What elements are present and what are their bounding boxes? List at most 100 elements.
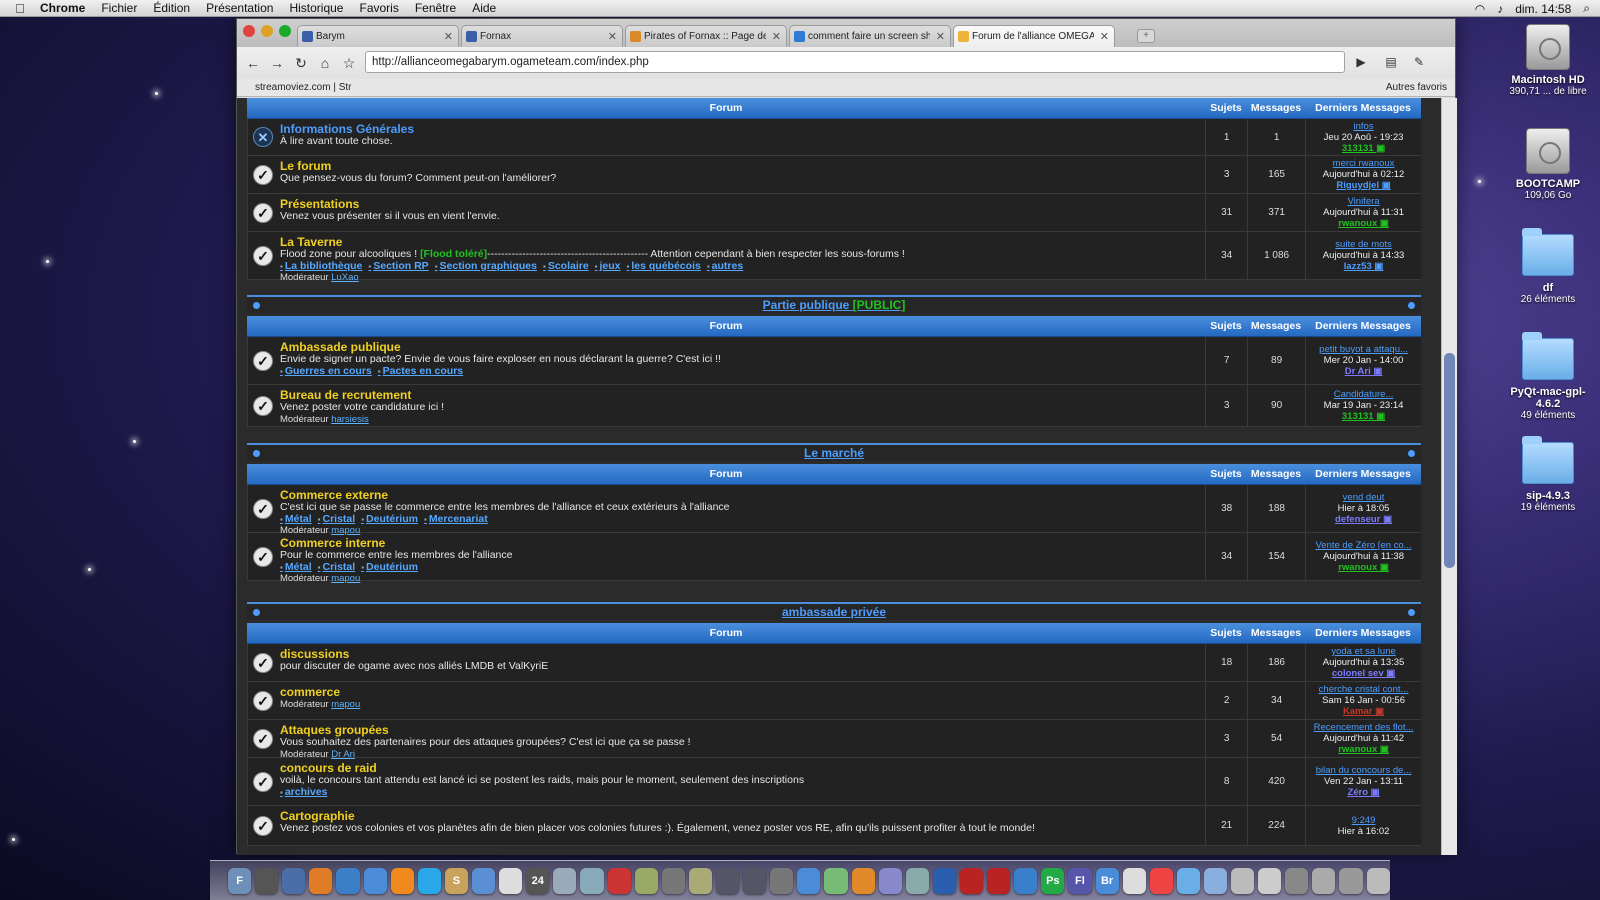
back-icon[interactable]: ←: [241, 52, 265, 74]
view-last-post-icon[interactable]: ▣: [1380, 562, 1389, 573]
dock-app-icon[interactable]: [390, 867, 414, 894]
bookmark-streamoviez[interactable]: streamoviez.com | Str: [255, 79, 352, 97]
menu-historique[interactable]: Historique: [289, 1, 343, 15]
dock-app-icon[interactable]: [471, 867, 496, 894]
dock-app-icon[interactable]: Ps: [1041, 867, 1065, 894]
last-post-title[interactable]: suite de mots: [1306, 239, 1421, 250]
subforum-link[interactable]: Deutérium: [361, 561, 418, 573]
dock-app-icon[interactable]: [607, 867, 631, 894]
desktop-icon-folder[interactable]: df 26 éléments: [1500, 228, 1596, 305]
menu-edition[interactable]: Édition: [153, 1, 190, 15]
dock-app-icon[interactable]: [987, 867, 1011, 894]
category-1[interactable]: Partie publique [PUBLIC]: [247, 295, 1421, 313]
desktop-icon-folder[interactable]: sip-4.9.3 19 éléments: [1500, 436, 1596, 513]
address-bar[interactable]: http://allianceomegabarym.ogameteam.com/…: [365, 51, 1345, 73]
dock-app-icon[interactable]: [797, 867, 821, 894]
reload-icon[interactable]: ↻: [289, 52, 313, 74]
last-post-author[interactable]: 313131 ▣: [1306, 411, 1421, 422]
dock-app-icon[interactable]: [824, 867, 848, 894]
last-post-author[interactable]: colonel sev ▣: [1306, 668, 1421, 679]
forum-row[interactable]: ✓ Bureau de recrutement Venez poster votre…: [247, 385, 1421, 427]
dock-app-icon[interactable]: [553, 867, 577, 894]
tab-pirates[interactable]: Pirates of Fornax :: Page de l ✕: [625, 25, 787, 47]
close-window-button[interactable]: [243, 25, 255, 37]
menu-favoris[interactable]: Favoris: [359, 1, 398, 15]
dock-app-icon[interactable]: [309, 867, 333, 894]
last-post-title[interactable]: Recencement des flot...: [1306, 722, 1421, 733]
forum-row[interactable]: ✓ Présentations Venez vous présenter si il…: [247, 194, 1421, 232]
last-post-title[interactable]: merci rwanoux: [1306, 158, 1421, 169]
new-tab-button[interactable]: +: [1137, 29, 1155, 43]
view-last-post-icon[interactable]: ▣: [1373, 366, 1382, 377]
view-last-post-icon[interactable]: ▣: [1374, 261, 1383, 272]
last-post-author[interactable]: rwanoux ▣: [1306, 562, 1421, 573]
category-title[interactable]: Partie publique: [763, 298, 850, 312]
close-tab-icon[interactable]: ✕: [936, 30, 945, 43]
last-post-title[interactable]: 9:249: [1306, 815, 1421, 826]
last-post-title[interactable]: vend deut: [1306, 492, 1421, 503]
subforum-link[interactable]: Scolaire: [543, 260, 589, 272]
last-post-author[interactable]: Riguydjel ▣: [1306, 180, 1421, 191]
close-tab-icon[interactable]: ✕: [444, 30, 453, 43]
subforum-link[interactable]: Section RP: [368, 260, 428, 272]
scrollbar-thumb[interactable]: [1444, 353, 1455, 568]
forward-icon[interactable]: →: [265, 52, 289, 74]
dock-app-icon[interactable]: [1231, 867, 1255, 894]
home-icon[interactable]: ⌂: [313, 52, 337, 74]
dock-app-icon[interactable]: [1258, 867, 1282, 894]
forum-title[interactable]: Informations Générales: [280, 123, 1205, 136]
dock-app-icon[interactable]: [255, 867, 279, 894]
category-title[interactable]: ambassade privée: [782, 605, 886, 619]
subforum-link[interactable]: Mercenariat: [424, 513, 488, 525]
subforum-link[interactable]: Cristal: [318, 513, 356, 525]
dock-app-icon[interactable]: S: [444, 867, 468, 894]
last-post-title[interactable]: cherche cristal cont...: [1306, 684, 1421, 695]
dock-app-icon[interactable]: [743, 867, 767, 894]
dock-app-icon[interactable]: [1122, 867, 1146, 894]
dock-app-icon[interactable]: [1366, 867, 1390, 894]
dock-app-icon[interactable]: [715, 867, 740, 894]
last-post-author[interactable]: Kamar ▣: [1306, 706, 1421, 717]
view-last-post-icon[interactable]: ▣: [1383, 514, 1392, 525]
other-bookmarks-folder[interactable]: Autres favoris: [1386, 79, 1447, 97]
forum-row[interactable]: ✓ discussions pour discuter de ogame avec …: [247, 644, 1421, 682]
menu-app-name[interactable]: Chrome: [40, 1, 85, 15]
last-post-title[interactable]: Vente de Zéro [en co...: [1306, 540, 1421, 551]
apple-icon[interactable]: : [0, 1, 40, 16]
view-last-post-icon[interactable]: ▣: [1380, 744, 1389, 755]
view-last-post-icon[interactable]: ▣: [1376, 143, 1385, 154]
category-3[interactable]: ambassade privée: [247, 602, 1421, 620]
subforum-link[interactable]: Pactes en cours: [378, 365, 463, 377]
dock-app-icon[interactable]: [905, 867, 929, 894]
vertical-scrollbar[interactable]: [1441, 98, 1457, 855]
last-post-author[interactable]: Dr Ari ▣: [1306, 366, 1421, 377]
close-tab-icon[interactable]: ✕: [1100, 30, 1109, 43]
spotlight-icon[interactable]: ⌕: [1583, 1, 1590, 16]
subforum-link[interactable]: les québécois: [627, 260, 701, 272]
dock-app-icon[interactable]: [1149, 867, 1173, 894]
last-post-author[interactable]: Zéro ▣: [1306, 787, 1421, 798]
dock-app-icon[interactable]: [959, 867, 984, 894]
last-post-title[interactable]: Vinifera: [1306, 196, 1421, 207]
tab-screenshot[interactable]: comment faire un screen sh ✕: [789, 25, 951, 47]
minimize-window-button[interactable]: [261, 25, 273, 37]
last-post-title[interactable]: infos: [1306, 121, 1421, 132]
forum-title[interactable]: commerce: [280, 686, 1205, 699]
forum-row[interactable]: ✓ Commerce interne Pour le commerce entre …: [247, 533, 1421, 584]
view-last-post-icon[interactable]: ▣: [1386, 668, 1395, 679]
menu-fichier[interactable]: Fichier: [101, 1, 137, 15]
view-last-post-icon[interactable]: ▣: [1375, 706, 1384, 717]
last-post-title[interactable]: petit buyot a attaqu...: [1306, 344, 1421, 355]
last-post-author[interactable]: rwanoux ▣: [1306, 744, 1421, 755]
forum-row[interactable]: ✓ commerce Modérateur mapou 2 34 cherche cris…: [247, 682, 1421, 720]
last-post-author[interactable]: lazz53 ▣: [1306, 261, 1421, 272]
last-post-title[interactable]: yoda et sa lune: [1306, 646, 1421, 657]
dock-app-icon[interactable]: [417, 867, 441, 894]
forum-row[interactable]: ✓ concours de raid voilà, le concours tant…: [247, 758, 1421, 806]
desktop-icon-folder[interactable]: PyQt-mac-gpl-4.6.2 49 éléments: [1500, 332, 1596, 421]
menubar-clock[interactable]: dim. 14:58: [1515, 2, 1571, 16]
dock-app-icon[interactable]: [1285, 867, 1309, 894]
forum-row[interactable]: ✓ Ambassade publique Envie de signer un pa…: [247, 337, 1421, 385]
last-post-title[interactable]: bilan du concours de...: [1306, 765, 1421, 776]
subforum-link[interactable]: Section graphiques: [435, 260, 537, 272]
